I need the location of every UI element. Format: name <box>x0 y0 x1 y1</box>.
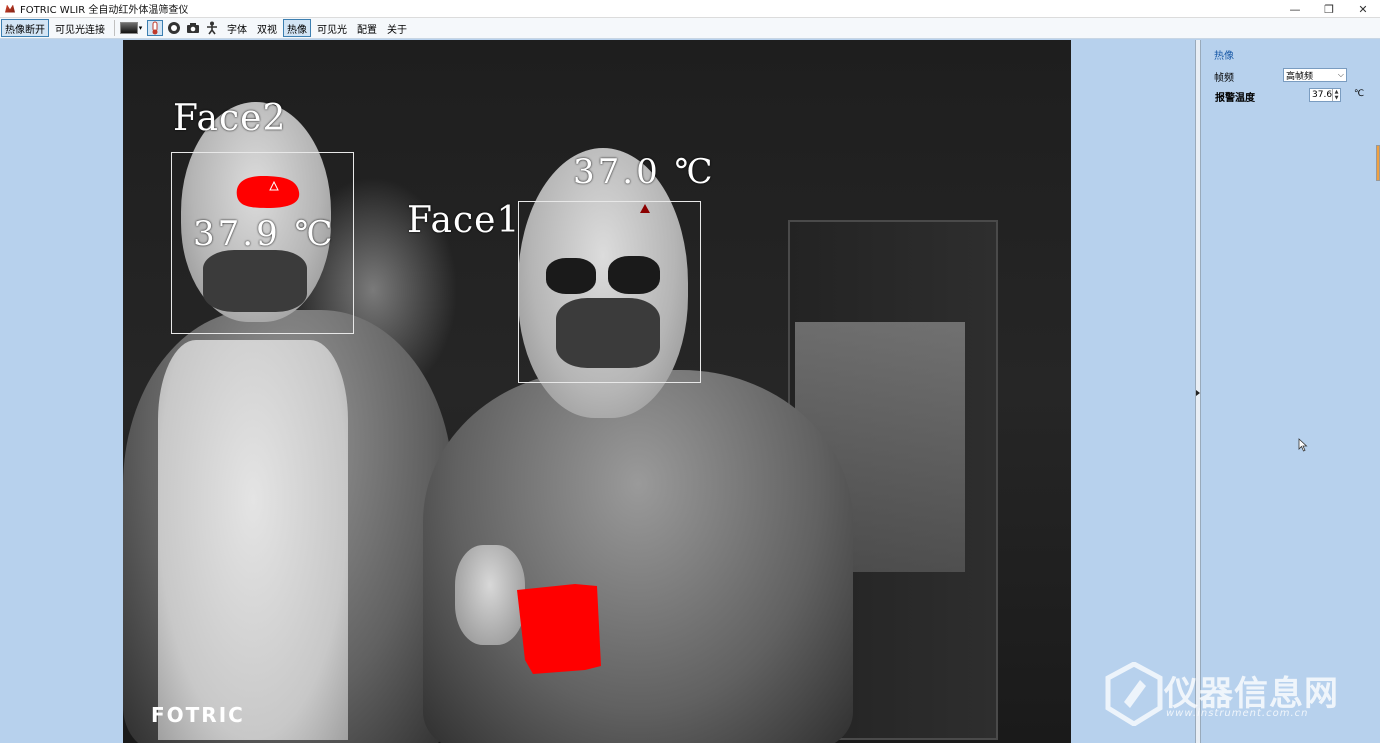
fotric-logo: FOTRIC <box>151 703 245 727</box>
person-icon <box>207 21 217 35</box>
mouse-cursor-icon <box>1298 438 1308 452</box>
alarm-temp-spinbox[interactable]: 37.6 ▲ ▼ <box>1309 88 1341 102</box>
face1-detection-box <box>518 201 701 383</box>
spin-arrows-icon[interactable]: ▲ ▼ <box>1332 89 1340 101</box>
face2-max-temp-marker-icon <box>269 181 279 191</box>
middle-pane <box>1071 40 1195 743</box>
close-button[interactable]: ✕ <box>1346 0 1380 18</box>
face1-temperature: 37.0 ℃ <box>573 152 716 192</box>
toolbar-divider <box>114 20 115 36</box>
side-tab-handle[interactable] <box>1376 145 1380 181</box>
section-title: 热像 <box>1214 51 1234 62</box>
title-bar: FOTRIC WLIR 全自动红外体温筛查仪 — ❐ ✕ <box>0 0 1380 18</box>
watermark: 仪器信息网 www.instrument.com.cn <box>1104 662 1366 730</box>
visible-view-button[interactable]: 可见光 <box>313 19 351 37</box>
chevron-down-icon: ⌵ <box>1337 70 1344 79</box>
face1-label: Face1 <box>407 200 521 241</box>
record-icon <box>168 22 180 34</box>
watermark-logo-icon <box>1105 662 1163 726</box>
person2-sweater <box>158 340 348 740</box>
minimize-button[interactable]: — <box>1278 0 1312 18</box>
frame-rate-value: 高帧频 <box>1286 71 1314 82</box>
face2-temperature: 37.9 ℃ <box>193 214 336 254</box>
chevron-down-icon: ▾ <box>138 24 143 32</box>
window-title: FOTRIC WLIR 全自动红外体温筛查仪 <box>20 5 189 16</box>
thermal-video-view[interactable]: Face2 37.9 ℃ Face1 37.0 ℃ FOTRIC <box>123 40 1071 743</box>
settings-panel: 热像 帧频 高帧频 ⌵ 报警温度 37.6 ▲ ▼ ℃ <box>1201 40 1380 743</box>
app-logo-icon <box>4 3 16 15</box>
toolbar: 热像断开 可见光连接 ▾ 字体 双视 热像 可见光 配置 关于 <box>0 18 1380 39</box>
config-button[interactable]: 配置 <box>353 19 381 37</box>
thermometer-icon <box>152 21 158 35</box>
left-pane <box>0 40 123 743</box>
alarm-temp-unit: ℃ <box>1354 89 1365 99</box>
person-button[interactable] <box>204 20 220 36</box>
thermometer-button[interactable] <box>147 20 163 36</box>
alarm-temp-label: 报警温度 <box>1215 93 1255 104</box>
restore-button[interactable]: ❐ <box>1312 0 1346 18</box>
window-controls: — ❐ ✕ <box>1278 0 1380 18</box>
camera-button[interactable] <box>185 20 201 36</box>
collapse-arrow-icon[interactable] <box>1196 390 1200 396</box>
thermal-view-button[interactable]: 热像 <box>283 19 311 37</box>
record-button[interactable] <box>166 20 182 36</box>
palette-dropdown[interactable]: ▾ <box>118 20 144 36</box>
cup-hot-zone <box>517 584 601 674</box>
font-button[interactable]: 字体 <box>223 19 251 37</box>
thermal-disconnect-button[interactable]: 热像断开 <box>1 19 49 37</box>
alarm-temp-value: 37.6 <box>1312 90 1333 100</box>
face1-max-temp-marker-icon <box>640 204 650 213</box>
face2-label: Face2 <box>173 98 287 139</box>
frame-rate-select[interactable]: 高帧频 ⌵ <box>1283 68 1347 82</box>
camera-icon <box>187 23 199 33</box>
frame-rate-label: 帧频 <box>1214 73 1234 84</box>
palette-swatch-icon <box>119 22 138 34</box>
watermark-url: www.instrument.com.cn <box>1166 708 1309 719</box>
about-button[interactable]: 关于 <box>383 19 411 37</box>
visible-connect-button[interactable]: 可见光连接 <box>51 19 109 37</box>
dual-view-button[interactable]: 双视 <box>253 19 281 37</box>
